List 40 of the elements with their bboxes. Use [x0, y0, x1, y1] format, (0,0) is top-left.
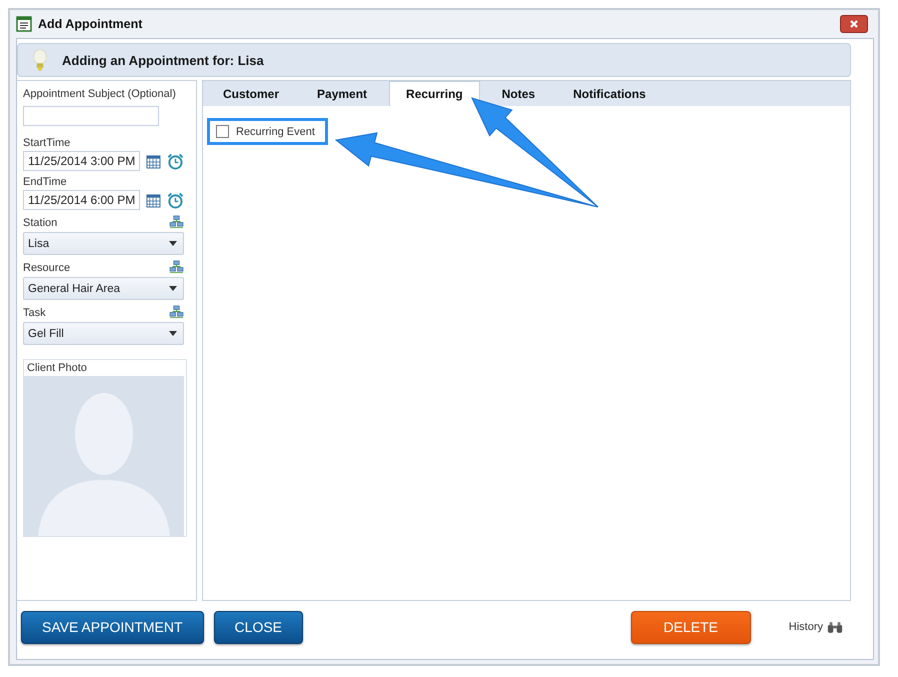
field-label: Task	[23, 307, 46, 319]
lightbulb-icon	[32, 48, 48, 72]
action-button[interactable]: SAVE APPOINTMENT	[21, 610, 204, 644]
tab[interactable]: Recurring	[389, 81, 480, 106]
photo-label: Client Photo	[26, 361, 88, 376]
history-link[interactable]: History	[788, 621, 823, 633]
network-icon[interactable]	[169, 260, 184, 273]
field-label: Appointment Subject (Optional)	[23, 88, 177, 100]
subject-field[interactable]	[23, 106, 159, 126]
alarm-clock-icon[interactable]	[167, 152, 184, 170]
field-label: StartTime	[23, 137, 72, 149]
field-label: Station	[23, 217, 58, 229]
close-button[interactable]	[840, 15, 868, 33]
alarm-clock-icon[interactable]	[167, 192, 184, 208]
field-label: Resource	[23, 262, 70, 274]
form-icon	[16, 16, 32, 32]
dropdown[interactable]: Gel Fill	[23, 322, 184, 345]
checkbox[interactable]	[216, 125, 229, 138]
dropdown[interactable]: Lisa	[23, 232, 184, 255]
dropdown[interactable]: General Hair Area	[23, 277, 184, 300]
datetime-field[interactable]: 11/25/2014 3:00 PM	[23, 151, 140, 171]
tab[interactable]: Payment	[301, 82, 384, 106]
datetime-field[interactable]: 11/25/2014 6:00 PM	[23, 190, 140, 210]
calendar-icon[interactable]	[146, 154, 162, 168]
window-title: Add Appointment	[38, 17, 144, 31]
close-icon	[849, 19, 859, 29]
action-button[interactable]: CLOSE	[214, 610, 304, 644]
field-label: EndTime	[23, 176, 68, 188]
calendar-icon[interactable]	[146, 192, 162, 208]
caret-icon	[169, 241, 177, 246]
tab[interactable]: Notifications	[557, 82, 662, 106]
caret-icon	[169, 331, 177, 336]
tab[interactable]: Customer	[207, 82, 296, 106]
binoculars-icon[interactable]	[827, 620, 843, 634]
header-title: Adding an Appointment for: Lisa	[62, 52, 264, 68]
checkbox-label[interactable]: Recurring Event	[236, 126, 315, 138]
network-icon[interactable]	[169, 215, 184, 228]
tab[interactable]: Notes	[486, 82, 552, 106]
caret-icon	[169, 286, 177, 291]
network-icon[interactable]	[169, 305, 184, 318]
